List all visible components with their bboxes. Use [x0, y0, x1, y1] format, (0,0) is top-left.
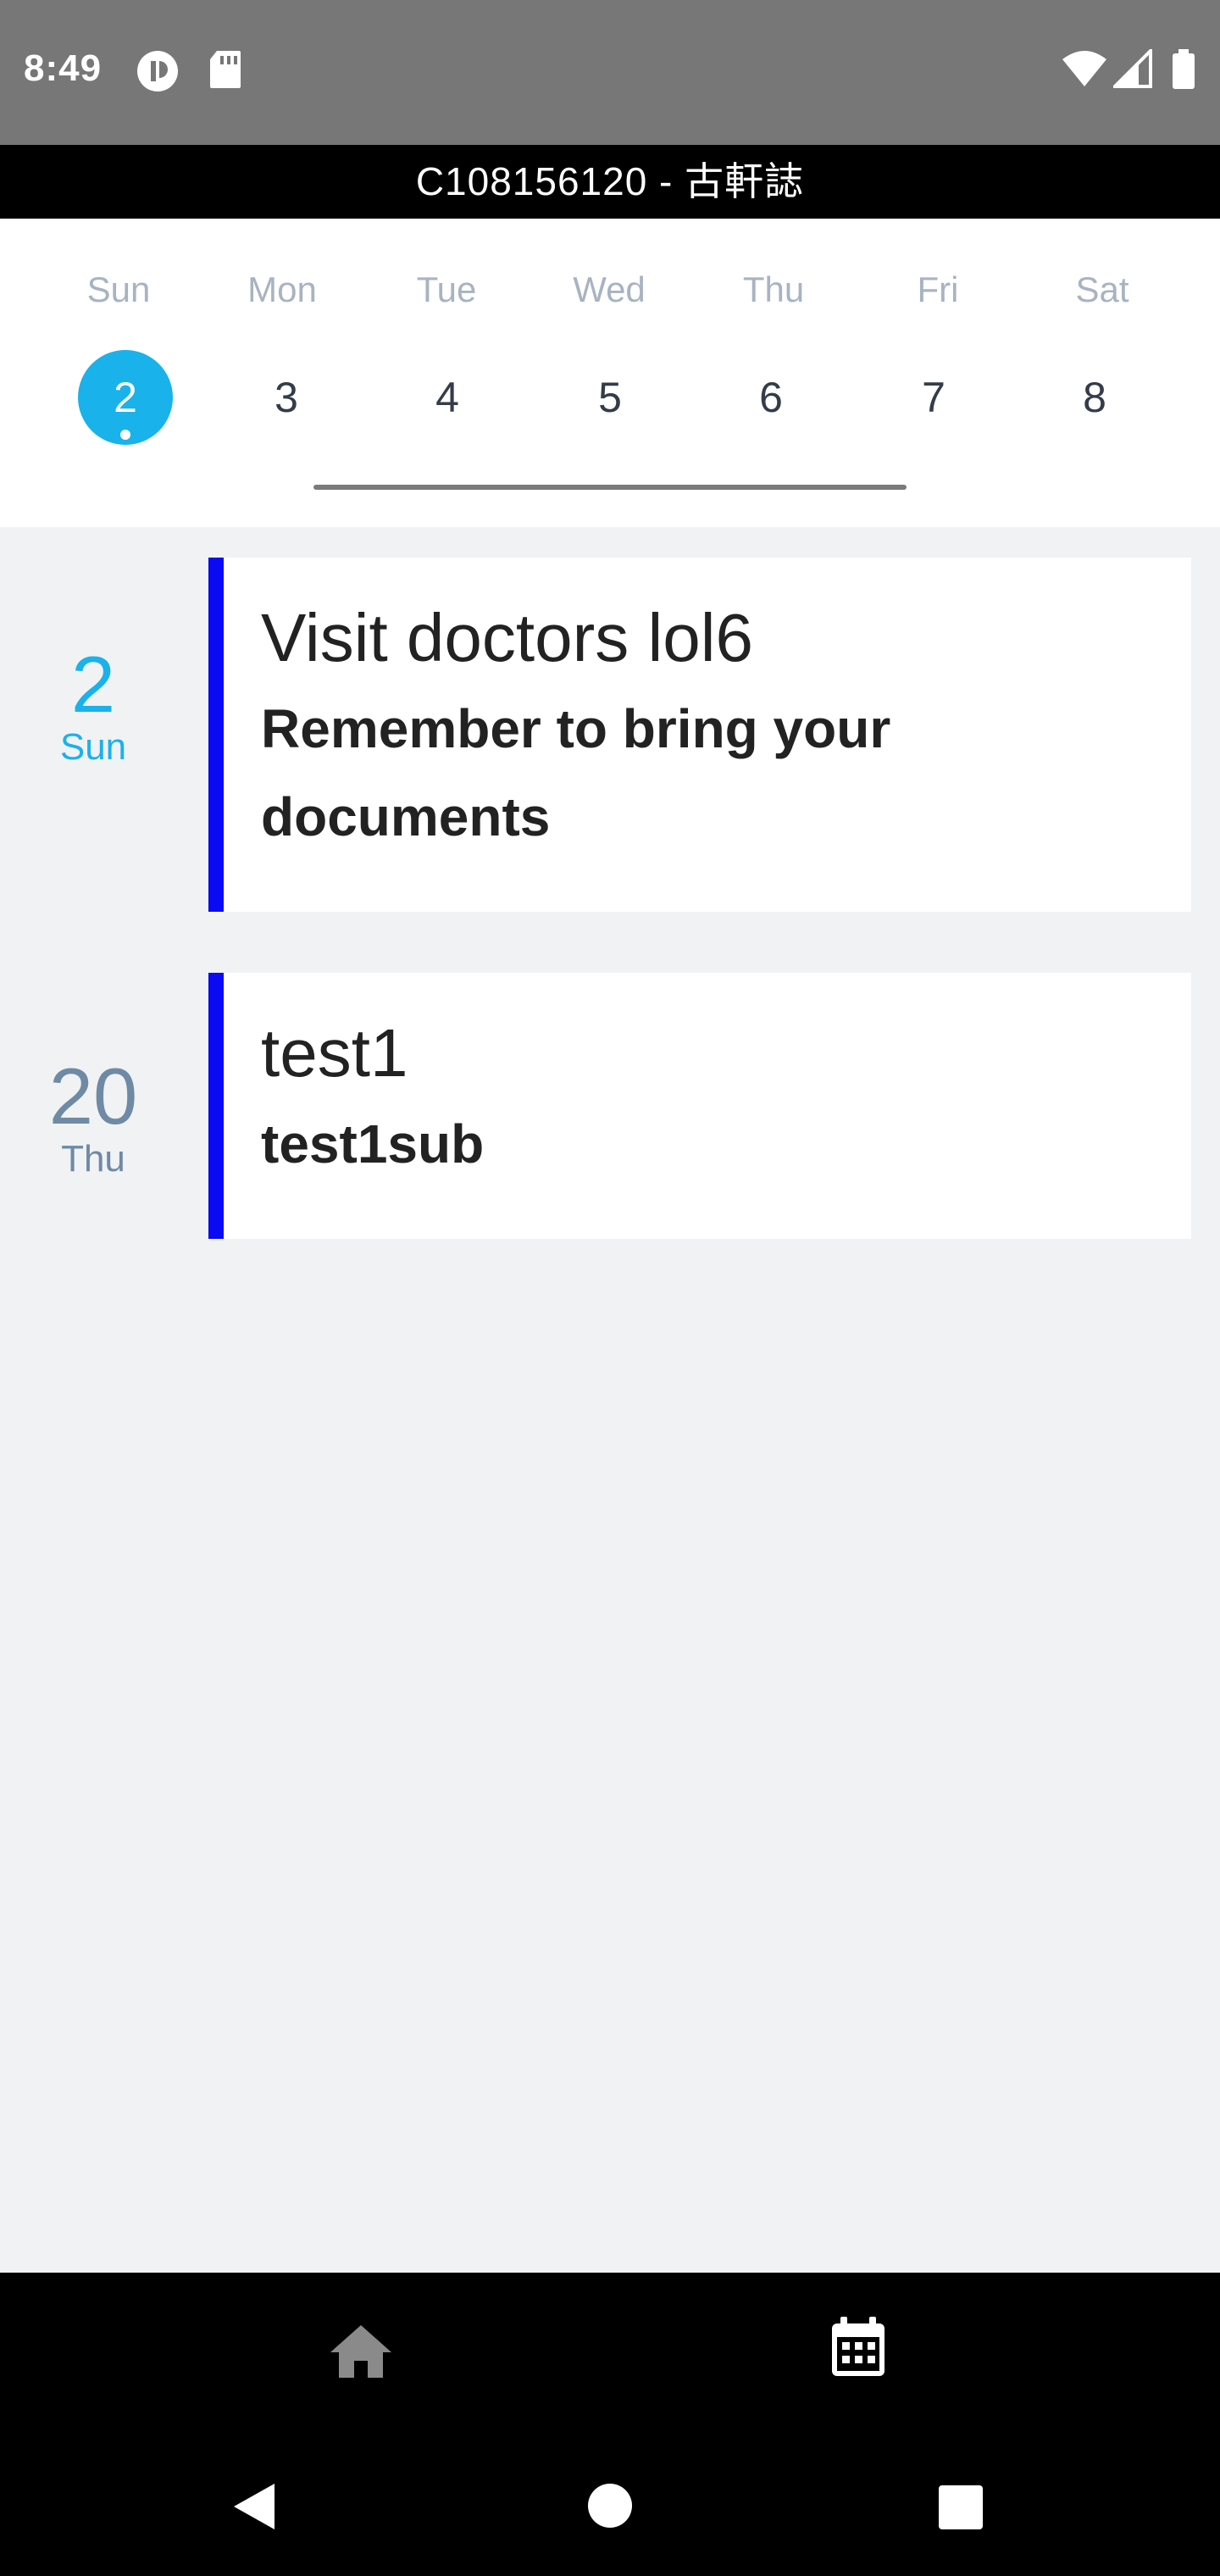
- day-number: 4: [435, 374, 459, 421]
- weekday-label: Tue: [416, 269, 477, 309]
- event-day-name: Sun: [59, 726, 127, 768]
- event-subtitle: test1sub: [261, 1113, 485, 1174]
- event-title: test1: [261, 1015, 408, 1091]
- event-day-name: Thu: [61, 1138, 125, 1180]
- home-icon[interactable]: [329, 2323, 393, 2384]
- day-button[interactable]: 6: [724, 350, 818, 445]
- recents-icon[interactable]: [937, 2485, 984, 2534]
- home-circle-icon[interactable]: [586, 2482, 634, 2534]
- event-day-number: 20: [48, 1052, 138, 1141]
- sd-card-icon: [208, 49, 242, 94]
- day-button[interactable]: 3: [239, 350, 334, 445]
- weekday-label: Mon: [247, 269, 317, 309]
- weekday-label: Thu: [742, 269, 805, 309]
- bottom-navigation: [0, 2273, 1220, 2438]
- day-number: 5: [598, 374, 622, 421]
- battery-icon: [1171, 49, 1196, 94]
- day-button[interactable]: 7: [886, 350, 981, 445]
- day-number: 8: [1083, 374, 1106, 421]
- event-subtitle: Remember to bring your documents: [261, 698, 891, 847]
- week-strip: Sun Mon Tue Wed Thu Fri Sat 2 3 4 5 6 7 …: [0, 219, 1220, 527]
- back-icon[interactable]: [232, 2482, 276, 2535]
- system-navigation-bar: [0, 2438, 1220, 2576]
- event-date: 2 Sun: [0, 642, 186, 768]
- expand-drag-handle[interactable]: [313, 485, 907, 490]
- cell-signal-icon: [1111, 47, 1152, 92]
- day-number: 6: [759, 374, 783, 421]
- app-notification-icon: [136, 49, 180, 97]
- calendar-icon[interactable]: [829, 2315, 888, 2384]
- event-date: 20 Thu: [0, 1054, 186, 1180]
- day-button[interactable]: 5: [563, 350, 657, 445]
- status-bar: 8:49: [0, 0, 1220, 145]
- event-card[interactable]: test1 test1sub: [208, 973, 1191, 1239]
- weekday-label: Sun: [86, 269, 151, 309]
- event-title: Visit doctors lol6: [261, 600, 754, 675]
- wifi-icon: [1061, 49, 1108, 92]
- day-number: 3: [274, 374, 298, 421]
- status-time: 8:49: [24, 47, 103, 89]
- page-title: C108156120 - 古軒誌: [0, 145, 1220, 219]
- day-button-selected[interactable]: 2: [78, 350, 173, 445]
- event-day-number: 2: [70, 640, 116, 729]
- event-dot: [120, 430, 130, 440]
- day-button[interactable]: 8: [1047, 350, 1142, 445]
- event-card[interactable]: Visit doctors lol6 Remember to bring you…: [208, 558, 1191, 912]
- weekday-label: Fri: [917, 269, 959, 309]
- day-number: 2: [114, 374, 137, 421]
- day-number: 7: [922, 374, 946, 421]
- weekday-label: Wed: [573, 269, 646, 309]
- day-button[interactable]: 4: [400, 350, 495, 445]
- weekday-label: Sat: [1075, 269, 1129, 309]
